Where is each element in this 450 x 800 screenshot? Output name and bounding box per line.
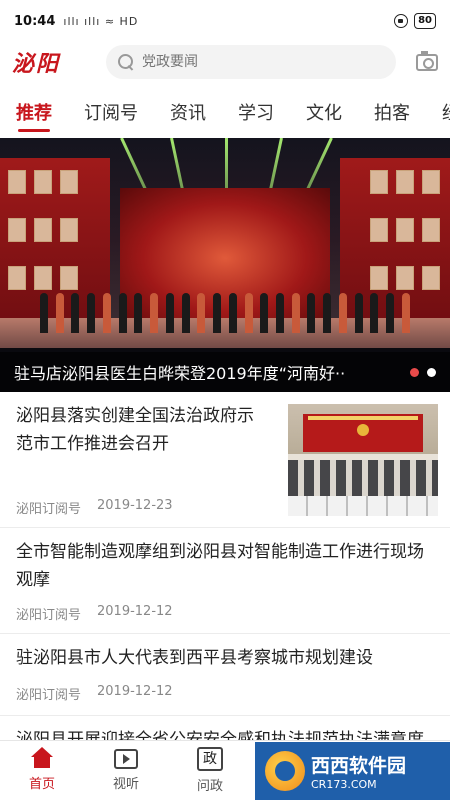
news-title-line: 范市工作推进会召开 [16,434,169,454]
banner-carousel[interactable]: 驻马店泌阳县医生白晔荣登2019年度“河南好·· [0,138,450,392]
nav-label: 首页 [28,777,55,792]
nav-inquiry[interactable]: 政 问政 [168,741,252,800]
news-item[interactable]: 全市智能制造观摩组到泌阳县对智能制造工作进行现场 观摩 泌阳订阅号 2019-1… [0,528,450,634]
app-logo[interactable]: 泌阳 [12,46,94,78]
news-title-line: 观摩 [16,570,50,590]
watermark-text: 西西软件园 CR173.COM [311,751,406,791]
search-bar[interactable] [106,45,396,79]
rotation-lock-icon [394,14,409,28]
search-icon [118,54,134,70]
news-meta: 泌阳订阅号 2019-12-12 [16,684,173,703]
status-time: 10:44 [14,13,56,29]
nav-av[interactable]: 视听 [84,741,168,800]
tab-economy[interactable]: 经济 [442,92,450,136]
news-source: 泌阳订阅号 [16,688,82,703]
tab-subscriptions[interactable]: 订阅号 [84,92,138,136]
tab-study[interactable]: 学习 [238,92,274,136]
home-icon [30,747,54,769]
carousel-dots [410,367,436,377]
news-item[interactable]: 泌阳县落实创建全国法治政府示 范市工作推进会召开 泌阳订阅号 2019-12-2… [0,392,450,528]
carousel-dot[interactable] [427,367,436,377]
status-right: 80 [394,13,436,29]
news-title-line: 全市智能制造观摩组到泌阳县对智能制造工作进行现场 [16,542,424,562]
news-meta: 泌阳订阅号 2019-12-12 [16,604,173,623]
news-title-line: 驻泌阳县市人大代表到西平县考察城市规划建设 [16,648,373,668]
news-title-line: 泌阳县落实创建全国法治政府示 [16,406,254,426]
news-date: 2019-12-23 [97,498,173,513]
tab-photo[interactable]: 拍客 [374,92,410,136]
channel-tabs: 推荐 订阅号 资讯 学习 文化 拍客 经济 [0,92,450,136]
tab-news[interactable]: 资讯 [170,92,206,136]
award-recipients [40,288,410,333]
zheng-icon: 政 [197,747,223,771]
tab-recommend[interactable]: 推荐 [16,92,52,136]
tv-icon [114,749,138,769]
nav-label: 问政 [196,779,223,794]
tab-culture[interactable]: 文化 [306,92,342,136]
watermark-sub: CR173.COM [311,778,377,791]
watermark-logo-icon [265,751,305,791]
watermark-name: 西西软件园 [311,755,407,777]
status-bar: 10:44 ıllı ıllı ≈ HD 80 [0,0,450,42]
nav-home[interactable]: 首页 [0,741,84,800]
signal-indicators: ıllı ıllı ≈ HD [63,14,139,28]
camera-icon[interactable] [416,50,438,71]
battery-indicator: 80 [414,13,436,29]
search-input[interactable] [142,54,362,70]
emblem-icon [357,424,369,436]
carousel-dot[interactable] [410,367,419,377]
site-watermark: 西西软件园 CR173.COM [255,742,450,800]
news-date: 2019-12-12 [97,604,173,619]
news-title: 泌阳县落实创建全国法治政府示 范市工作推进会召开 [16,402,278,458]
news-title: 驻泌阳县市人大代表到西平县考察城市规划建设 [16,644,436,672]
news-source: 泌阳订阅号 [16,502,82,517]
app-header: 泌阳 [0,42,450,82]
news-title: 全市智能制造观摩组到泌阳县对智能制造工作进行现场 观摩 [16,538,436,594]
news-item[interactable]: 驻泌阳县市人大代表到西平县考察城市规划建设 泌阳订阅号 2019-12-12 [0,634,450,716]
news-thumbnail [288,404,438,516]
banner-caption-bar: 驻马店泌阳县医生白晔荣登2019年度“河南好·· [0,352,450,392]
news-date: 2019-12-12 [97,684,173,699]
news-meta: 泌阳订阅号 2019-12-23 [16,498,173,517]
banner-caption[interactable]: 驻马店泌阳县医生白晔荣登2019年度“河南好·· [14,360,394,384]
news-source: 泌阳订阅号 [16,608,82,623]
nav-label: 视听 [112,777,139,792]
